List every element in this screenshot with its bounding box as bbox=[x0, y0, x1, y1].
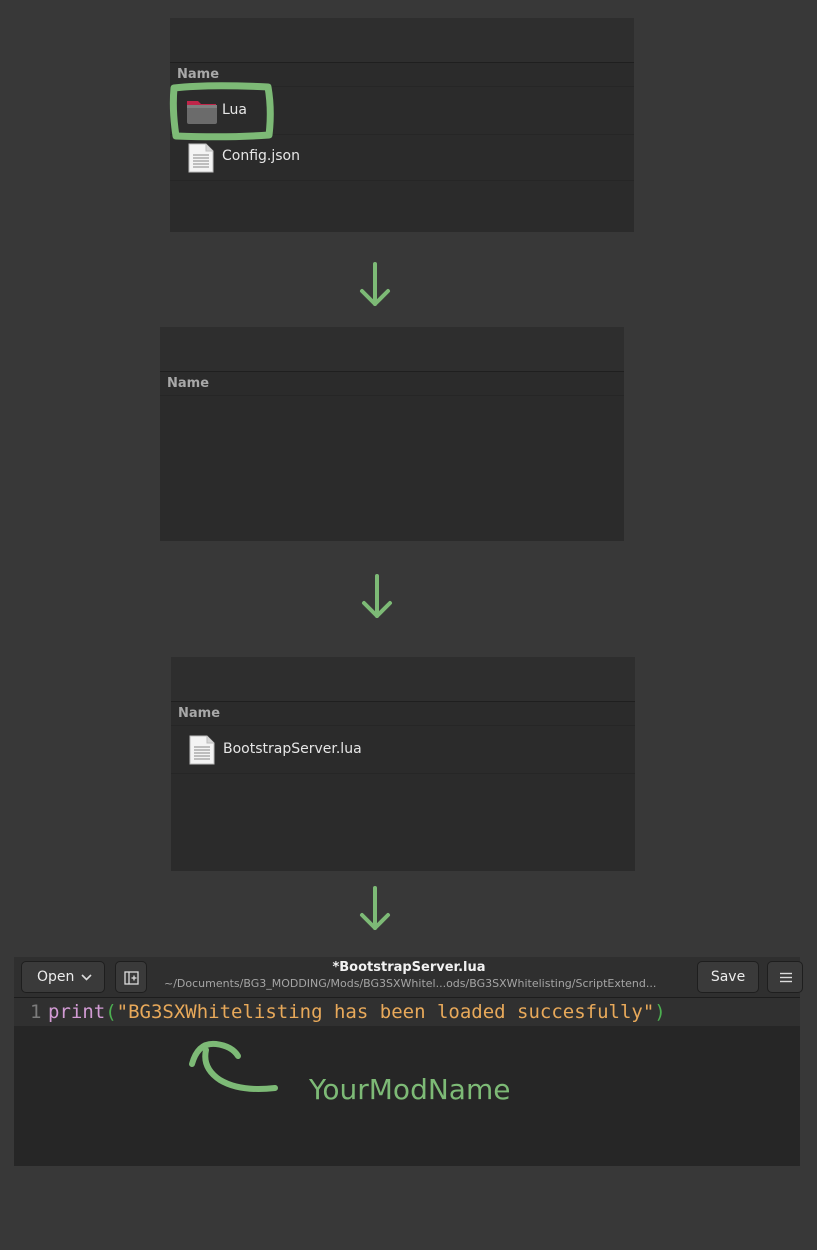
save-button-label: Save bbox=[710, 969, 746, 985]
code-close-paren: ) bbox=[654, 1001, 666, 1023]
panel-header-bar bbox=[171, 657, 635, 702]
text-editor-window: Open *BootstrapServer.lua ~/Documents/BG… bbox=[14, 957, 803, 1166]
menu-button[interactable] bbox=[767, 961, 803, 993]
document-title: *BootstrapServer.lua bbox=[332, 960, 486, 975]
save-button[interactable]: Save bbox=[697, 961, 759, 993]
name-column-header[interactable]: Name bbox=[160, 372, 624, 396]
code-string: "BG3SXWhitelisting has been loaded succe… bbox=[116, 1001, 655, 1023]
line-number: 1 bbox=[30, 1001, 42, 1023]
code-text[interactable]: print("BG3SXWhitelisting has been loaded… bbox=[48, 1001, 666, 1023]
file-browser-panel-3: Name BootstrapServer.lua bbox=[171, 657, 635, 871]
code-line-1[interactable]: 1 print("BG3SXWhitelisting has been load… bbox=[14, 998, 800, 1026]
list-item-label: Config.json bbox=[222, 148, 300, 164]
hamburger-menu-icon bbox=[780, 972, 792, 983]
document-path: ~/Documents/BG3_MODDING/Mods/BG3SXWhitel… bbox=[164, 977, 657, 990]
file-icon bbox=[188, 143, 214, 177]
list-item-label: BootstrapServer.lua bbox=[223, 741, 362, 757]
chevron-down-icon bbox=[81, 974, 92, 981]
file-icon bbox=[189, 735, 215, 769]
down-arrow-icon bbox=[360, 886, 390, 930]
code-keyword: print bbox=[48, 1001, 106, 1023]
editor-header-bar: Open *BootstrapServer.lua ~/Documents/BG… bbox=[14, 957, 803, 998]
highlight-box bbox=[169, 82, 274, 141]
curved-arrow-icon bbox=[189, 1040, 278, 1092]
code-open-paren: ( bbox=[105, 1001, 117, 1023]
panel-header-bar bbox=[170, 18, 634, 63]
down-arrow-icon bbox=[362, 574, 392, 618]
list-item-bootstrapserver-lua[interactable]: BootstrapServer.lua bbox=[171, 727, 635, 774]
name-column-header[interactable]: Name bbox=[171, 702, 635, 726]
file-browser-panel-2: Name bbox=[160, 327, 624, 541]
open-button[interactable]: Open bbox=[21, 961, 105, 993]
new-tab-button[interactable] bbox=[115, 961, 147, 993]
annotation-text: YourModName bbox=[309, 1073, 511, 1106]
down-arrow-icon bbox=[360, 262, 390, 306]
panel-header-bar bbox=[160, 327, 624, 372]
open-button-label: Open bbox=[37, 969, 75, 985]
new-tab-icon bbox=[124, 971, 139, 985]
